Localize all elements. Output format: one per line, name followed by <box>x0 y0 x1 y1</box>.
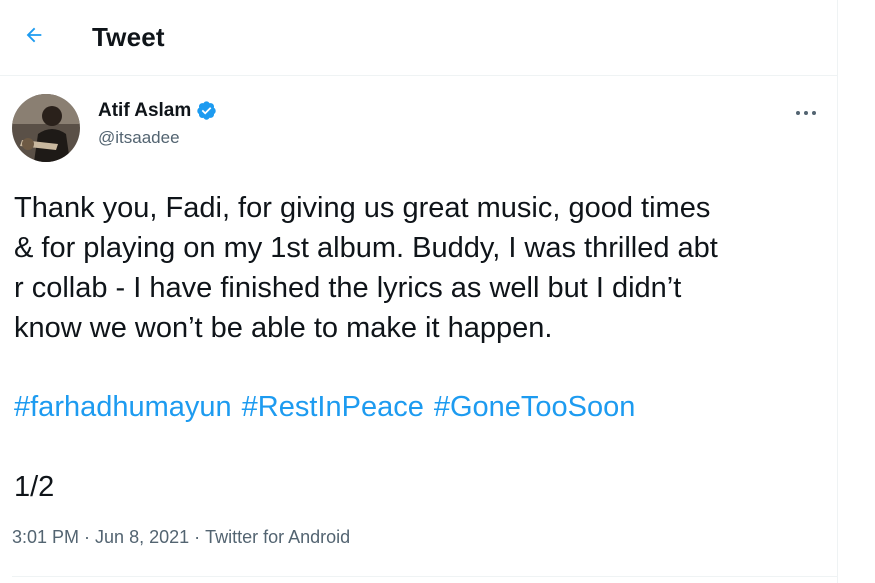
tweet-source[interactable]: Twitter for Android <box>205 527 350 548</box>
verified-badge-icon <box>196 100 218 122</box>
avatar[interactable] <box>12 94 80 162</box>
more-button[interactable] <box>789 98 823 126</box>
more-dots-icon <box>795 103 817 121</box>
author-names: Atif Aslam @itsaadee <box>98 100 218 148</box>
tweet-header: Tweet <box>0 0 837 76</box>
hashtag-list: #farhadhumayun #RestInPeace #GoneTooSoon <box>14 387 635 427</box>
user-handle[interactable]: @itsaadee <box>98 128 218 148</box>
meta-separator: · <box>84 527 91 547</box>
tweet-time[interactable]: 3:01 PM <box>12 527 79 548</box>
page-title: Tweet <box>92 22 165 52</box>
hashtag-link[interactable]: #RestInPeace <box>242 387 424 427</box>
tweet-column: Tweet Atif Aslam @itsaadee Thank you, Fa… <box>0 0 838 583</box>
meta-separator: · <box>194 527 201 547</box>
tweet-date[interactable]: Jun 8, 2021 <box>95 527 189 548</box>
display-name[interactable]: Atif Aslam <box>98 100 191 122</box>
divider <box>12 576 837 577</box>
tweet-meta: 3:01 PM · Jun 8, 2021 · Twitter for Andr… <box>12 527 350 548</box>
thread-counter: 1/2 <box>14 471 55 503</box>
arrow-left-icon <box>23 24 45 51</box>
author-row: Atif Aslam @itsaadee <box>12 94 837 164</box>
display-name-row: Atif Aslam <box>98 100 218 122</box>
hashtag-link[interactable]: #GoneTooSoon <box>434 387 636 427</box>
hashtag-link[interactable]: #farhadhumayun <box>14 387 232 427</box>
tweet-text: Thank you, Fadi, for giving us great mus… <box>14 192 718 344</box>
back-button[interactable] <box>16 20 52 56</box>
